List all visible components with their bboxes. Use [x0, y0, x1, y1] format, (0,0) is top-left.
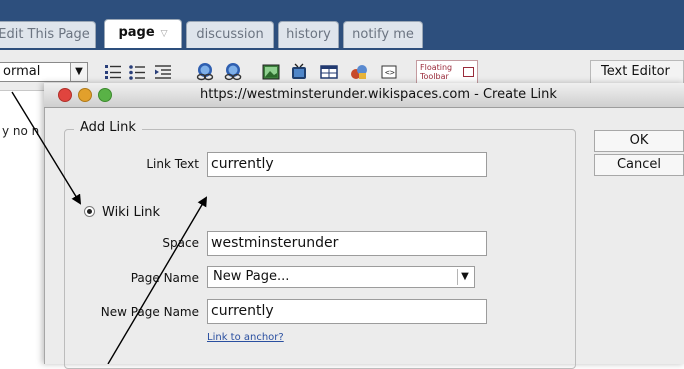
tab-discussion[interactable]: discussion	[186, 21, 274, 48]
page-name-label: Page Name	[130, 271, 199, 285]
window-icon	[463, 67, 474, 77]
chevron-down-icon: ▼	[70, 63, 87, 81]
image-icon[interactable]	[262, 63, 280, 81]
wiki-header-bar	[0, 0, 684, 50]
chevron-down-icon: ▼	[457, 269, 472, 285]
widget-icon[interactable]	[350, 63, 368, 81]
radio-selected-dot	[87, 209, 92, 214]
space-label: Space	[162, 236, 199, 250]
link-icon[interactable]	[196, 63, 214, 81]
page-name-select[interactable]: New Page... ▼	[207, 266, 475, 288]
minimize-window-button[interactable]	[78, 88, 92, 102]
svg-text:<>: <>	[385, 68, 395, 77]
page-body-text: y no n	[2, 124, 40, 138]
wiki-link-label[interactable]: Wiki Link	[102, 205, 160, 220]
space-input[interactable]: westminsterunder	[207, 231, 487, 256]
numbered-list-icon[interactable]	[104, 63, 122, 81]
tab-notify-me[interactable]: notify me	[343, 21, 423, 48]
zoom-window-button[interactable]	[98, 88, 112, 102]
tab-edit-this-page[interactable]: Edit This Page	[0, 21, 96, 48]
tab-history[interactable]: history	[278, 21, 339, 48]
new-page-name-label: New Page Name	[100, 305, 199, 319]
unlink-icon[interactable]	[224, 63, 242, 81]
text-editor-button[interactable]: Text Editor	[590, 60, 684, 84]
wiki-link-radio[interactable]	[84, 206, 95, 217]
tab-page-label: page	[118, 25, 155, 40]
add-link-group-title: Add Link	[74, 120, 142, 135]
floating-toolbar-button[interactable]: Floating Toolbar	[416, 60, 478, 84]
chevron-down-icon: ▽	[160, 29, 168, 39]
ok-button[interactable]: OK	[594, 130, 684, 152]
code-icon[interactable]: <>	[380, 63, 398, 81]
close-window-button[interactable]	[58, 88, 72, 102]
page-name-select-value: New Page...	[213, 269, 290, 284]
tab-page[interactable]: page ▽	[104, 19, 182, 48]
format-select-value: ormal	[3, 64, 41, 79]
table-icon[interactable]	[320, 63, 338, 81]
link-to-anchor-link[interactable]: Link to anchor?	[207, 332, 284, 343]
link-text-input[interactable]: currently	[207, 152, 487, 177]
cancel-button[interactable]: Cancel	[594, 154, 684, 176]
bullet-list-icon[interactable]	[128, 63, 146, 81]
indent-icon[interactable]	[154, 63, 172, 81]
paragraph-format-select[interactable]: ormal ▼	[0, 62, 88, 82]
video-icon[interactable]	[290, 63, 308, 81]
link-text-label: Link Text	[146, 157, 199, 171]
dialog-title: https://westminsterunder.wikispaces.com …	[200, 87, 557, 102]
new-page-name-input[interactable]: currently	[207, 299, 487, 324]
